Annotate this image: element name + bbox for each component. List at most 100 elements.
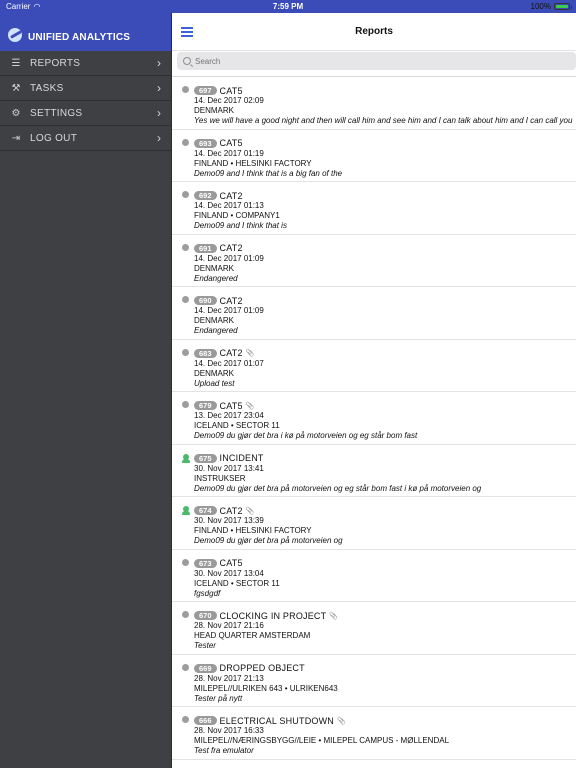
report-id-badge: 670 — [194, 611, 217, 620]
report-date: 30. Nov 2017 13:39 — [194, 516, 264, 525]
main-content: Reports 697CAT514. Dec 2017 02:09DENMARK… — [171, 0, 576, 768]
report-row[interactable]: 669 DROPPED OBJECT 28. Nov 2017 21:13 MILEP… — [172, 655, 576, 707]
report-date: 30. Nov 2017 13:04 — [194, 568, 264, 578]
status-dot-icon — [182, 348, 189, 356]
report-description: Demo09 du gjør det bra i kø på motorveie… — [194, 431, 418, 440]
report-id-badge: 666 — [194, 716, 217, 725]
paperclip-icon: 📎 — [245, 507, 255, 515]
report-location: ICELAND • SECTOR 11 — [194, 421, 280, 430]
report-description: Test fra emulator — [194, 746, 254, 755]
report-header: 697 CAT5 — [194, 85, 576, 96]
report-category: CAT2 — [219, 348, 243, 358]
report-category: CAT5 — [219, 558, 243, 568]
report-location: MILEPEL//NÆRINGSBYGG//LEIE • MILEPEL CAM… — [194, 736, 450, 745]
report-location: FINLAND • HELSINKI FACTORY — [194, 526, 312, 535]
app-title: UNIFIED ANALYTICS — [28, 32, 131, 43]
report-location: DENMARK — [194, 316, 235, 325]
report-id-badge: 683 — [194, 348, 217, 358]
app-logo-icon — [8, 28, 22, 42]
report-header: 666 ELECTRICAL SHUTDOWN 📎 — [194, 715, 576, 726]
report-row[interactable]: 670 CLOCKING IN PROJECT 📎 28. Nov 2017 21:1… — [172, 602, 576, 655]
status-dot-icon — [182, 611, 189, 618]
report-location: DENMARK — [194, 263, 235, 273]
report-date: 13. Dec 2017 23:04 — [194, 411, 264, 420]
report-date: 14. Dec 2017 01:07 — [194, 358, 264, 368]
report-category: DROPPED OBJECT — [219, 663, 305, 673]
search-input[interactable] — [195, 56, 555, 66]
sidebar-item-label: TASKS — [30, 82, 64, 94]
report-header: 679 CAT5 📎 — [194, 400, 576, 411]
report-row[interactable]: 673 CAT5 30. Nov 2017 13:04 ICELAND • SECTO… — [172, 550, 576, 602]
status-time: 7:59 PM — [272, 2, 304, 11]
report-date: 28. Nov 2017 16:33 — [194, 726, 264, 735]
person-icon — [182, 506, 190, 515]
report-header: 674 CAT2 📎 — [194, 505, 576, 516]
report-id-badge: 679 — [194, 401, 217, 410]
report-category: CLOCKING IN PROJECT — [219, 610, 327, 621]
sidebar: UNIFIED ANALYTICS ☰ REPORTS › ⚒ TASKS › ⚙ SETTI… — [0, 0, 171, 768]
report-list[interactable]: 697 CAT5 14. Dec 2017 02:09 DENMARK Yes we w… — [172, 76, 576, 768]
carrier-label: Carrier — [6, 2, 31, 11]
search-icon — [183, 57, 191, 65]
report-header: 673 CAT5 — [194, 558, 576, 569]
hamburger-menu-icon[interactable] — [181, 27, 193, 39]
report-date: 14. Dec 2017 01:09 — [194, 253, 264, 263]
report-category: INCIDENT — [219, 453, 264, 463]
report-row[interactable]: 683 CAT2 📎 14. Dec 2017 01:07 DENMARK Upload … — [172, 340, 576, 392]
sidebar-menu: ☰ REPORTS › ⚒ TASKS › ⚙ SETTINGS › ⇥ LOG OUT › — [0, 51, 171, 151]
report-category: ELECTRICAL SHUTDOWN — [219, 715, 334, 726]
list-icon: ☰ — [11, 57, 21, 69]
report-location: INSTRUKSER — [194, 473, 246, 483]
report-id-badge: 692 — [194, 191, 217, 200]
status-dot-icon — [182, 296, 189, 303]
status-dot-icon — [182, 558, 189, 566]
sidebar-item-label: SETTINGS — [30, 107, 83, 119]
sidebar-item-tasks[interactable]: ⚒ TASKS › — [0, 76, 171, 101]
status-dot-icon — [182, 191, 189, 198]
report-row[interactable]: 697 CAT5 14. Dec 2017 02:09 DENMARK Yes we w… — [172, 77, 576, 130]
report-description: Demo09 and I think that is — [194, 221, 287, 230]
report-row[interactable]: 666 ELECTRICAL SHUTDOWN 📎 28. Nov 2017 16:3… — [172, 707, 576, 760]
report-description: Endangered — [194, 273, 238, 283]
report-row[interactable]: 690 CAT2 14. Dec 2017 01:09 DENMARK Endanger… — [172, 287, 576, 340]
report-row[interactable]: 693 CAT5 14. Dec 2017 01:19 FINLAND • HELSI… — [172, 130, 576, 182]
report-date: 14. Dec 2017 02:09 — [194, 96, 264, 105]
chevron-right-icon: › — [157, 106, 161, 120]
report-id-badge: 693 — [194, 138, 217, 148]
report-category: CAT5 — [219, 400, 243, 411]
report-category: CAT2 — [219, 295, 243, 306]
status-dot-icon — [182, 401, 189, 408]
report-date: 28. Nov 2017 21:16 — [194, 621, 264, 630]
sidebar-item-log-out[interactable]: ⇥ LOG OUT › — [0, 126, 171, 151]
paperclip-icon: 📎 — [329, 612, 339, 620]
report-category: CAT2 — [219, 505, 243, 516]
report-id-badge: 690 — [194, 296, 217, 305]
report-row[interactable]: 679 CAT5 📎 13. Dec 2017 23:04 ICELAND • SECT… — [172, 392, 576, 445]
report-description: Demo09 du gjør det bra på motorveien og … — [194, 483, 482, 493]
battery-icon — [554, 3, 572, 10]
report-header: 669 DROPPED OBJECT — [194, 663, 576, 674]
sidebar-item-settings[interactable]: ⚙ SETTINGS › — [0, 101, 171, 126]
report-row[interactable]: 692 CAT2 14. Dec 2017 01:13 FINLAND • COMPA… — [172, 182, 576, 235]
battery-percent: 100% — [530, 2, 551, 11]
chevron-right-icon: › — [157, 56, 161, 70]
report-row[interactable]: 691 CAT2 14. Dec 2017 01:09 DENMARK Endanger… — [172, 235, 576, 287]
report-id-badge: 691 — [194, 243, 217, 253]
report-date: 14. Dec 2017 01:09 — [194, 306, 264, 315]
report-date: 28. Nov 2017 21:13 — [194, 673, 264, 683]
report-description: Demo09 and I think that is a big fan of … — [194, 168, 343, 178]
report-location: FINLAND • HELSINKI FACTORY — [194, 158, 312, 168]
sidebar-item-reports[interactable]: ☰ REPORTS › — [0, 51, 171, 76]
report-header: 670 CLOCKING IN PROJECT 📎 — [194, 610, 576, 621]
navigation-bar: Reports — [172, 13, 576, 51]
report-location: DENMARK — [194, 106, 235, 115]
report-row[interactable]: 675 INCIDENT 30. Nov 2017 13:41 INSTRUKSER D… — [172, 445, 576, 497]
status-dot-icon — [182, 138, 189, 146]
status-bar: Carrier ◠ 7:59 PM 100% — [0, 0, 576, 13]
report-row[interactable]: 674 CAT2 📎 30. Nov 2017 13:39 FINLAND • HELS… — [172, 497, 576, 550]
report-description: Demo09 du gjør det bra på motorveien og — [194, 536, 343, 545]
chevron-right-icon: › — [157, 131, 161, 145]
chevron-right-icon: › — [157, 81, 161, 95]
report-header: 675 INCIDENT — [194, 453, 576, 464]
search-bar[interactable] — [177, 52, 576, 70]
